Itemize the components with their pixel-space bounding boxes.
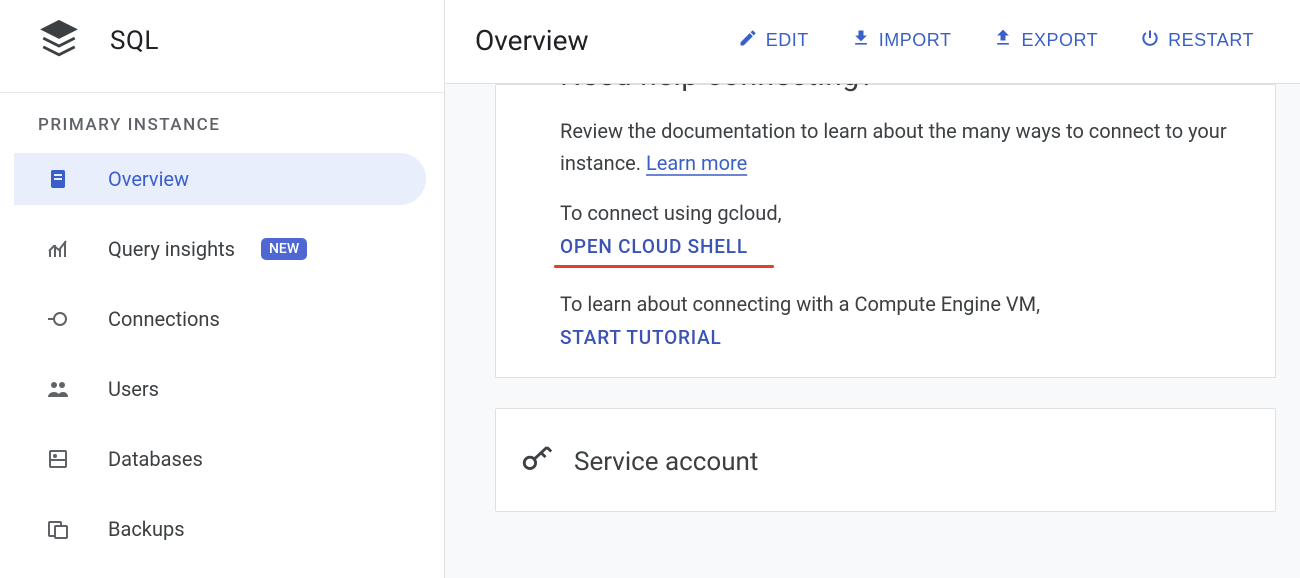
nav-label: Connections (108, 307, 220, 331)
nav-list: Overview Query insights NEW Connections (0, 149, 444, 555)
restart-button[interactable]: RESTART (1124, 20, 1270, 61)
nav-label: Query insights (108, 237, 235, 261)
import-button[interactable]: IMPORT (835, 20, 968, 61)
service-account-card: Service account (495, 408, 1276, 512)
nav-label: Overview (108, 167, 189, 191)
page-title: Overview (475, 24, 589, 57)
card-body: Review the documentation to learn about … (560, 115, 1231, 349)
sidebar-header: SQL (0, 0, 444, 92)
review-text: Review the documentation to learn about … (560, 115, 1231, 179)
nav-label: Backups (108, 517, 185, 541)
backup-icon (46, 517, 70, 541)
sidebar-item-backups[interactable]: Backups (0, 503, 444, 555)
help-connecting-card: Need help connecting? Review the documen… (495, 84, 1276, 378)
export-icon (993, 28, 1013, 53)
toolbar: Overview EDIT IMPORT EXPORT (445, 0, 1300, 84)
page-icon (46, 167, 70, 191)
pencil-icon (738, 28, 758, 53)
vm-text: To learn about connecting with a Compute… (560, 288, 1231, 320)
sidebar-item-users[interactable]: Users (0, 363, 444, 415)
link-label: OPEN CLOUD SHELL (560, 235, 748, 258)
users-icon (46, 377, 70, 401)
sidebar-item-databases[interactable]: Databases (0, 433, 444, 485)
restart-icon (1140, 28, 1160, 53)
nav-label: Databases (108, 447, 203, 471)
button-label: IMPORT (879, 30, 952, 51)
content-area: Need help connecting? Review the documen… (445, 84, 1300, 578)
edit-button[interactable]: EDIT (722, 20, 825, 61)
database-icon (46, 447, 70, 471)
plug-icon (46, 307, 70, 331)
button-label: EDIT (766, 30, 809, 51)
export-button[interactable]: EXPORT (977, 20, 1114, 61)
sidebar: SQL PRIMARY INSTANCE Overview Query insi… (0, 0, 445, 578)
start-tutorial-link[interactable]: START TUTORIAL (560, 326, 722, 349)
card-heading: Need help connecting? (560, 84, 1231, 97)
sidebar-item-query-insights[interactable]: Query insights NEW (0, 223, 444, 275)
button-label: EXPORT (1021, 30, 1098, 51)
key-icon (520, 443, 554, 481)
gcloud-text: To connect using gcloud, (560, 197, 1231, 229)
sidebar-item-connections[interactable]: Connections (0, 293, 444, 345)
import-icon (851, 28, 871, 53)
button-label: RESTART (1168, 30, 1254, 51)
stack-logo-icon (38, 18, 80, 64)
service-account-title: Service account (574, 447, 758, 477)
open-cloud-shell-link[interactable]: OPEN CLOUD SHELL (560, 235, 748, 258)
sidebar-item-overview[interactable]: Overview (14, 153, 426, 205)
product-title: SQL (110, 26, 159, 56)
chart-icon (46, 237, 70, 261)
nav-label: Users (108, 377, 159, 401)
red-underline-annotation (554, 265, 774, 268)
section-label: PRIMARY INSTANCE (0, 93, 444, 149)
learn-more-link[interactable]: Learn more (646, 151, 747, 175)
main: Overview EDIT IMPORT EXPORT (445, 0, 1300, 578)
new-badge: NEW (261, 238, 307, 260)
